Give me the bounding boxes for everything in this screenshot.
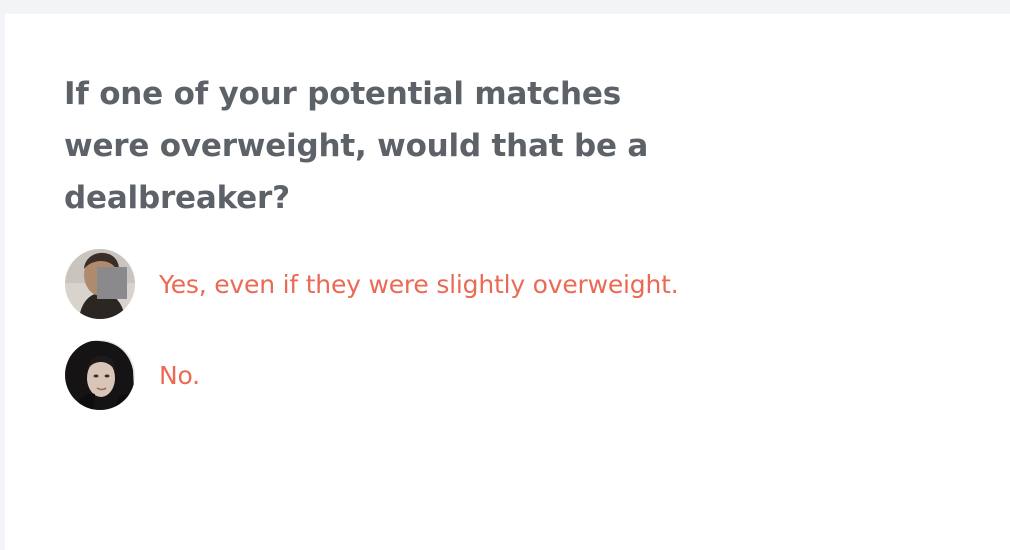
question-text: If one of your potential matches were ov… [64,76,649,216]
user-avatar-icon [65,249,135,319]
answer-label: Yes, even if they were slightly overweig… [159,269,679,299]
user-avatar-icon [65,340,135,410]
answer-option-no[interactable]: No. [65,340,678,410]
answer-option-yes[interactable]: Yes, even if they were slightly overweig… [65,249,679,319]
question-card: If one of your potential matches were ov… [5,14,1010,550]
answer-list: Yes, even if they were slightly overweig… [65,249,679,431]
answer-label: No. [159,360,200,390]
